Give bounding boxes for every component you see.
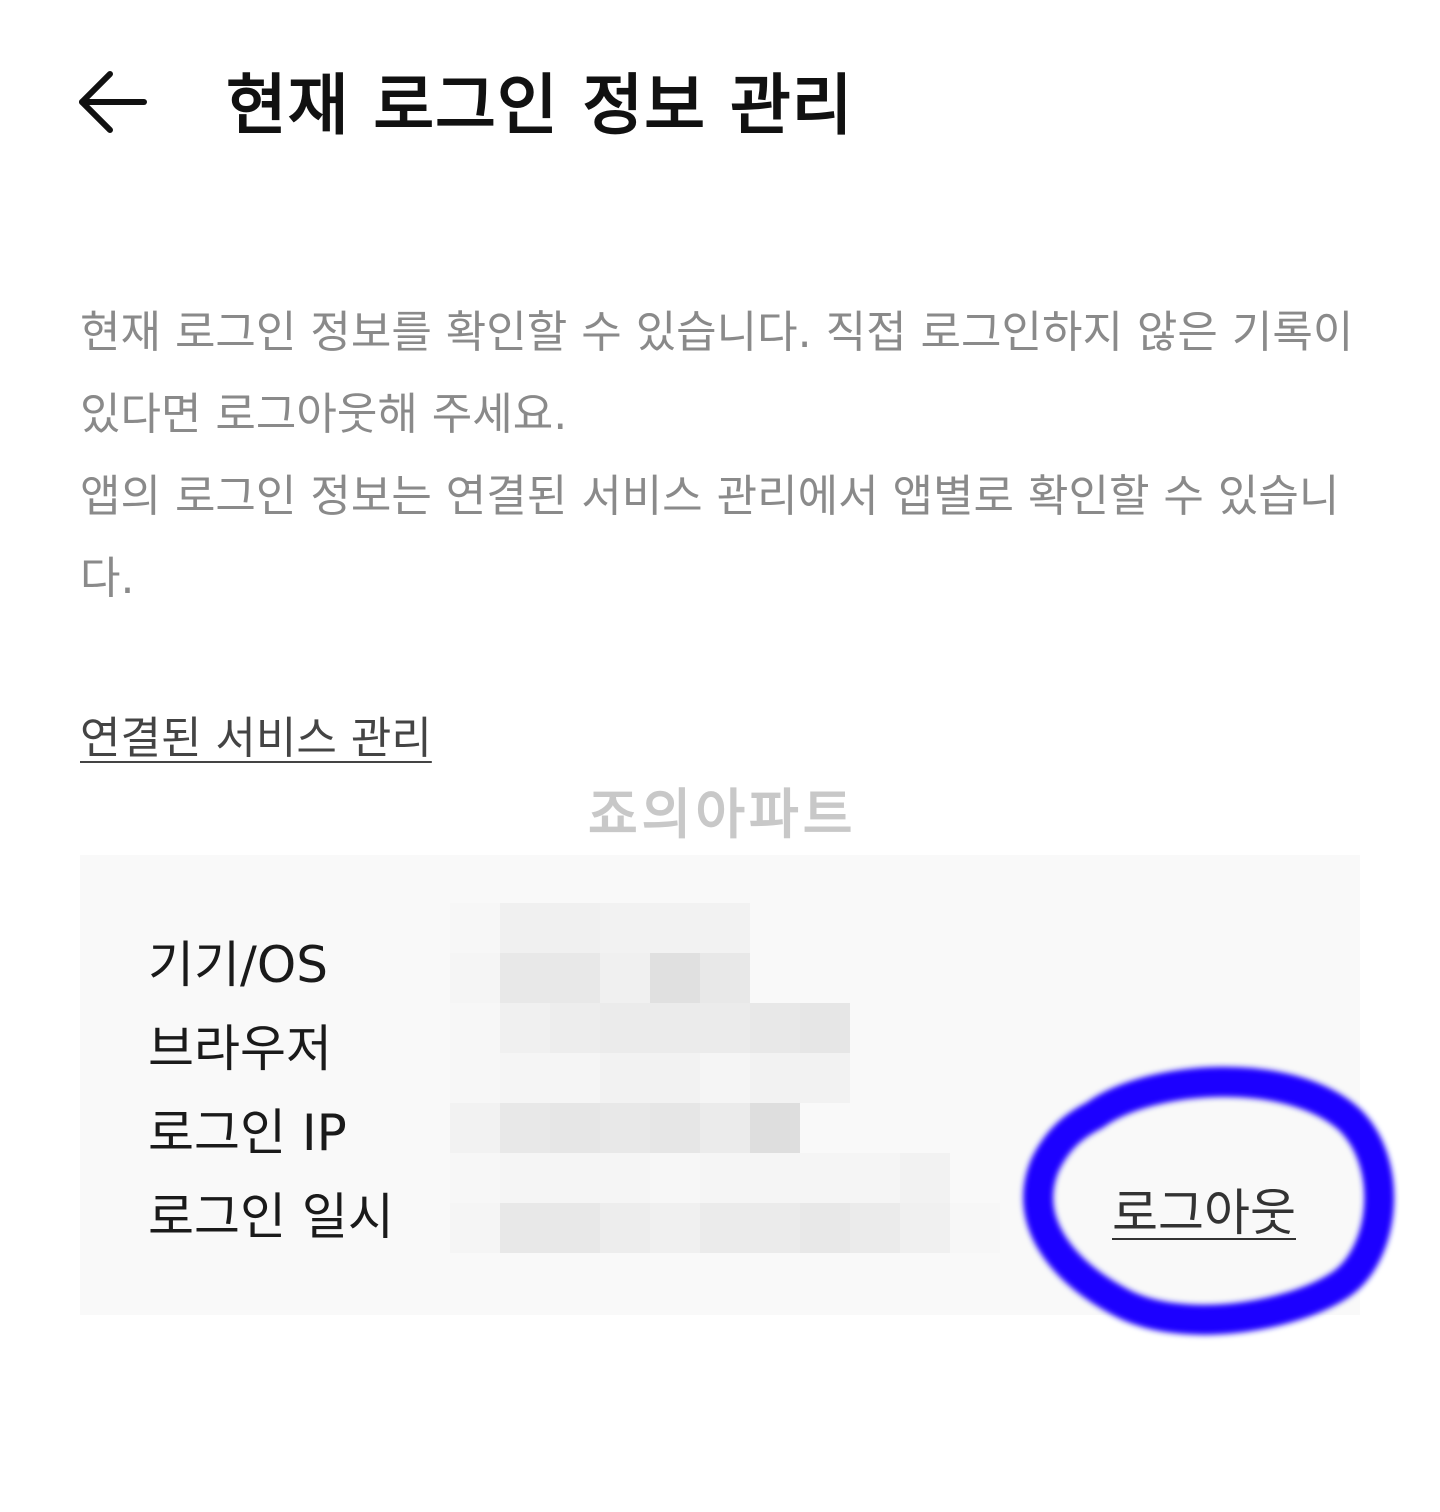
redacted-pixel — [650, 1153, 700, 1203]
browser-label: 브라우저 — [148, 1020, 332, 1078]
app-header: 현재 로그인 정보 관리 — [0, 0, 1440, 200]
redacted-pixel — [450, 953, 500, 1003]
redacted-pixel — [550, 903, 600, 953]
redacted-pixel — [500, 903, 550, 953]
description-line-1: 현재 로그인 정보를 확인할 수 있습니다. 직접 로그인하지 않은 기록이 있… — [80, 307, 1354, 440]
device-os-label: 기기/OS — [148, 936, 328, 994]
redacted-pixel — [700, 1203, 750, 1253]
redacted-pixel — [600, 903, 650, 953]
redacted-pixel — [450, 1053, 500, 1103]
redacted-pixel — [800, 1203, 850, 1253]
redacted-pixel — [500, 1153, 550, 1203]
redacted-pixel — [500, 1103, 550, 1153]
redacted-pixel — [650, 1103, 700, 1153]
redacted-pixel — [450, 1103, 500, 1153]
connected-services-link[interactable]: 연결된 서비스 관리 — [80, 702, 432, 766]
redacted-pixel — [550, 1153, 600, 1203]
redacted-pixel — [600, 1153, 650, 1203]
login-ip-label: 로그인 IP — [148, 1104, 347, 1162]
redacted-pixel — [700, 953, 750, 1003]
redacted-pixel — [750, 1053, 800, 1103]
redacted-pixel — [750, 1153, 800, 1203]
redacted-pixel — [550, 1103, 600, 1153]
back-button[interactable] — [72, 62, 152, 142]
redacted-pixel — [500, 953, 550, 1003]
redacted-pixel — [500, 1003, 550, 1053]
redacted-pixel — [600, 953, 650, 1003]
redacted-pixel — [550, 953, 600, 1003]
redacted-pixel — [850, 1153, 900, 1203]
logout-button[interactable]: 로그아웃 — [1112, 1173, 1296, 1245]
description-line-2: 앱의 로그인 정보는 연결된 서비스 관리에서 앱별로 확인할 수 있습니다. — [80, 471, 1340, 604]
redacted-pixel — [450, 1153, 500, 1203]
redacted-pixel — [500, 1053, 550, 1103]
watermark: 죠의아파트 — [588, 783, 857, 846]
redacted-pixel — [900, 1153, 950, 1203]
redacted-pixel — [700, 1103, 750, 1153]
redacted-pixel — [600, 1053, 650, 1103]
login-time-label: 로그인 일시 — [148, 1188, 394, 1246]
redacted-pixel — [500, 1203, 550, 1253]
redacted-pixel — [750, 1003, 800, 1053]
session-labels: 기기/OS 브라우저 로그인 IP 로그인 일시 — [148, 923, 394, 1259]
redacted-session-values — [450, 903, 1010, 1253]
session-info-card: 기기/OS 브라우저 로그인 IP 로그인 일시 로그아웃 — [80, 855, 1360, 1315]
redacted-pixel — [550, 1053, 600, 1103]
redacted-pixel — [550, 1003, 600, 1053]
redacted-pixel — [450, 1003, 500, 1053]
redacted-pixel — [650, 903, 700, 953]
arrow-left-icon — [79, 71, 147, 133]
redacted-pixel — [650, 953, 700, 1003]
redacted-pixel — [800, 1003, 850, 1053]
redacted-pixel — [600, 1103, 650, 1153]
redacted-pixel — [550, 1203, 600, 1253]
page-title: 현재 로그인 정보 관리 — [226, 67, 854, 144]
redacted-pixel — [600, 1203, 650, 1253]
redacted-pixel — [850, 1203, 900, 1253]
redacted-pixel — [900, 1203, 950, 1253]
redacted-pixel — [650, 1053, 700, 1103]
redacted-pixel — [700, 1003, 750, 1053]
redacted-pixel — [700, 1053, 750, 1103]
redacted-pixel — [650, 1203, 700, 1253]
description: 현재 로그인 정보를 확인할 수 있습니다. 직접 로그인하지 않은 기록이 있… — [80, 292, 1370, 620]
redacted-pixel — [750, 1203, 800, 1253]
redacted-pixel — [700, 1153, 750, 1203]
redacted-pixel — [600, 1003, 650, 1053]
redacted-pixel — [750, 1103, 800, 1153]
redacted-pixel — [800, 1053, 850, 1103]
redacted-pixel — [650, 1003, 700, 1053]
redacted-pixel — [450, 1203, 500, 1253]
redacted-pixel — [700, 903, 750, 953]
redacted-pixel — [450, 903, 500, 953]
redacted-pixel — [800, 1153, 850, 1203]
redacted-pixel — [950, 1203, 1000, 1253]
